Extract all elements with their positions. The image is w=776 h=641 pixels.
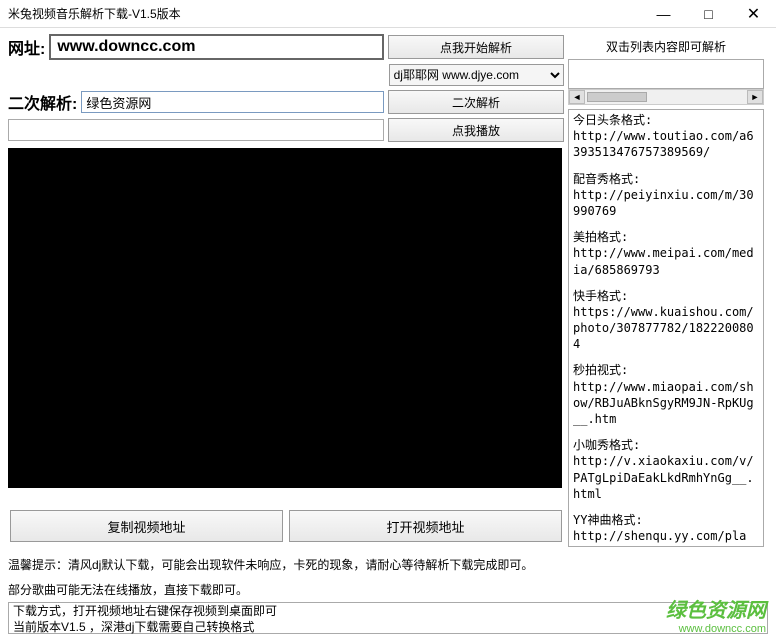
url-input[interactable] (49, 34, 384, 60)
second-parse-button[interactable]: 二次解析 (388, 90, 564, 114)
format-kuaishou: 快手格式: https://www.kuaishou.com/photo/307… (573, 288, 759, 353)
tip-line1: 温馨提示：清风dj默认下载，可能会出现软件未响应，卡死的现象，请耐心等待解析下载… (8, 556, 568, 575)
titlebar: 米兔视频音乐解析下载-V1.5版本 — □ ✕ (0, 0, 776, 28)
format-help-panel: 今日头条格式: http://www.toutiao.com/a63935134… (568, 109, 764, 547)
format-xiaokaxiu: 小咖秀格式: http://v.xiaokaxiu.com/v/PATgLpiD… (573, 437, 759, 502)
horizontal-scrollbar[interactable]: ◄ ► (568, 89, 764, 105)
second-parse-input[interactable] (81, 91, 384, 113)
window-controls: — □ ✕ (641, 0, 776, 27)
open-address-button[interactable]: 打开视频地址 (289, 510, 562, 542)
window-title: 米兔视频音乐解析下载-V1.5版本 (8, 5, 181, 22)
right-panel-header: 双击列表内容即可解析 (568, 34, 764, 59)
parse-listbox[interactable] (568, 59, 764, 89)
format-miaopai: 秒拍视式: http://www.miaopai.com/show/RBJuAB… (573, 362, 759, 427)
scroll-right-icon[interactable]: ► (747, 90, 763, 104)
maximize-button[interactable]: □ (686, 0, 731, 27)
copy-address-button[interactable]: 复制视频地址 (10, 510, 283, 542)
site-select[interactable]: dj耶耶网 www.djye.com (389, 64, 564, 86)
scroll-track[interactable] (585, 90, 747, 104)
close-button[interactable]: ✕ (731, 0, 776, 27)
bottom-line2: 当前版本V1.5 ，深港dj下载需要自己转换格式 (13, 620, 763, 636)
url-label: 网址: (8, 35, 45, 59)
scroll-left-icon[interactable]: ◄ (569, 90, 585, 104)
format-shenqu: YY神曲格式: http://shenqu.yy.com/play/id_113… (573, 512, 759, 547)
format-meipai: 美拍格式: http://www.meipai.com/media/685869… (573, 229, 759, 278)
tip-line2: 部分歌曲可能无法在线播放，直接下载即可。 (8, 581, 568, 600)
start-parse-button[interactable]: 点我开始解析 (388, 35, 564, 59)
play-button[interactable]: 点我播放 (388, 118, 564, 142)
minimize-button[interactable]: — (641, 0, 686, 27)
format-peiyinxiu: 配音秀格式: http://peiyinxiu.com/m/30990769 (573, 171, 759, 220)
second-parse-label: 二次解析: (8, 90, 77, 114)
bottom-line1: 下载方式，打开视频地址右键保存视频到桌面即可 (13, 604, 763, 620)
tips-text: 温馨提示：清风dj默认下载，可能会出现软件未响应，卡死的现象，请耐心等待解析下载… (8, 556, 568, 600)
format-toutiao: 今日头条格式: http://www.toutiao.com/a63935134… (573, 112, 759, 161)
video-player[interactable] (8, 148, 562, 488)
scroll-thumb[interactable] (587, 92, 647, 102)
bottom-info-box: 下载方式，打开视频地址右键保存视频到桌面即可 当前版本V1.5 ，深港dj下载需… (8, 602, 768, 634)
play-input[interactable] (8, 119, 384, 141)
